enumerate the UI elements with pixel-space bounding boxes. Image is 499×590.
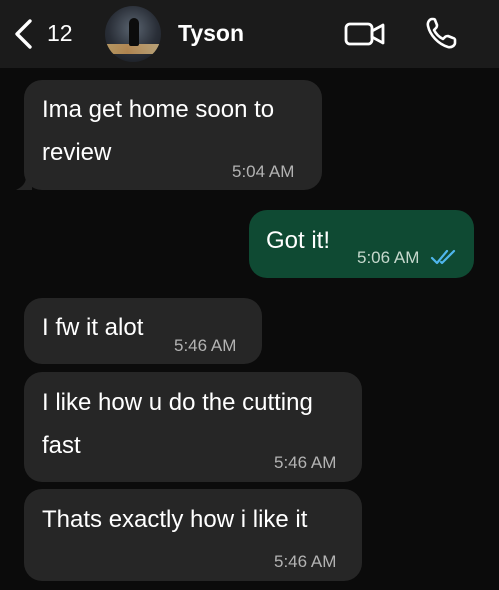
message-time: 5:46 AM [274, 552, 337, 571]
chat-header: 12 Tyson [0, 0, 499, 68]
message-bubble-incoming[interactable]: I like how u do the cutting fast 5:46 AM [24, 372, 362, 482]
back-chevron-icon[interactable] [12, 18, 38, 50]
message-text: Thats exactly how i like it [42, 506, 308, 533]
message-bubble-incoming[interactable]: I fw it alot 5:46 AM [24, 298, 262, 364]
message-text: Got it! [266, 227, 331, 254]
message-time: 5:46 AM [174, 336, 237, 355]
read-receipt-icon [430, 249, 456, 265]
unread-count[interactable]: 12 [47, 20, 73, 47]
message-text: fast [42, 432, 81, 459]
phone-call-icon[interactable] [424, 16, 458, 50]
message-bubble-incoming[interactable]: Thats exactly how i like it 5:46 AM [24, 489, 362, 581]
contact-avatar[interactable] [105, 6, 161, 62]
message-time: 5:04 AM [232, 162, 295, 181]
message-text: Ima get home soon to [42, 96, 275, 123]
message-time: 5:06 AM [357, 248, 420, 267]
message-text: I like how u do the cutting [42, 389, 313, 416]
message-text: I fw it alot [42, 314, 144, 341]
message-time: 5:46 AM [274, 453, 337, 472]
contact-name[interactable]: Tyson [178, 20, 244, 47]
message-text: review [42, 139, 112, 166]
message-bubble-outgoing[interactable]: Got it! 5:06 AM [249, 210, 474, 278]
video-call-icon[interactable] [344, 20, 386, 48]
message-bubble-incoming[interactable]: Ima get home soon to review 5:04 AM [24, 80, 322, 190]
